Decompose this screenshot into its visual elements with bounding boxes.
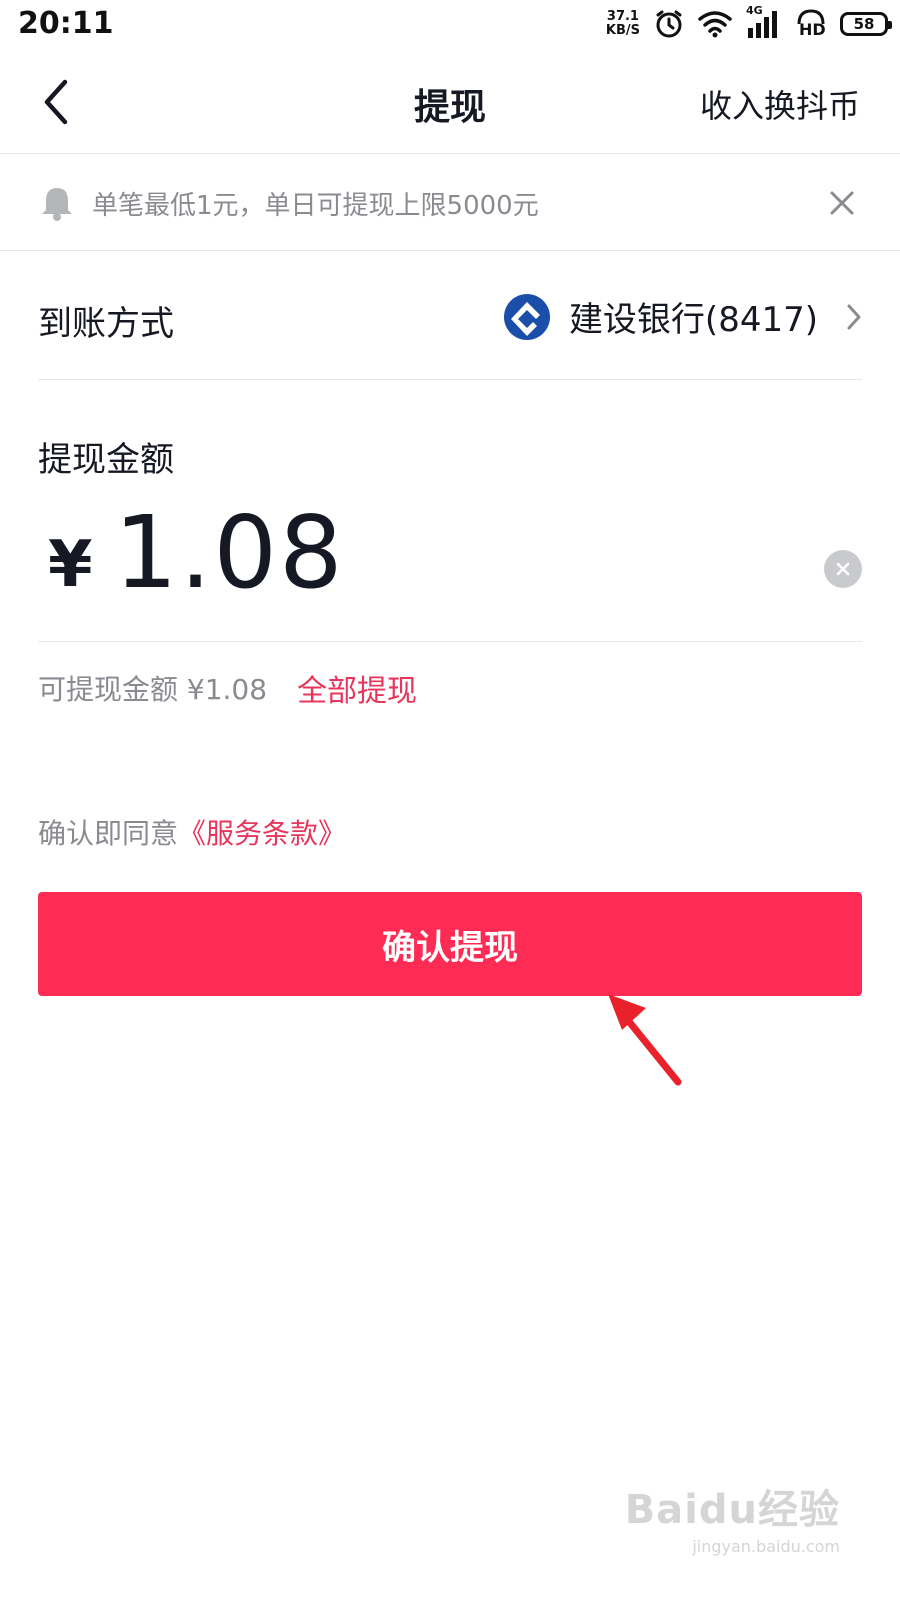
clear-amount-button[interactable] (824, 550, 862, 588)
available-balance-text: 可提现金额 ¥1.08 (38, 673, 268, 706)
notice-text: 单笔最低1元，单日可提现上限5000元 (92, 191, 539, 221)
amount-input[interactable]: 1.08 (114, 494, 345, 611)
exchange-coins-link[interactable]: 收入换抖币 (700, 81, 860, 127)
bank-name: 建设银行(8417) (568, 300, 818, 340)
battery-level: 58 (853, 15, 875, 33)
chevron-right-icon (847, 304, 861, 329)
payout-method-row[interactable]: 到账方式 建设银行(8417) (38, 252, 862, 380)
wifi-icon (698, 11, 732, 38)
bell-icon (42, 188, 72, 221)
withdraw-all-link[interactable]: 全部提现 (297, 666, 417, 710)
close-notice-button[interactable] (822, 183, 862, 223)
available-balance: 可提现金额 ¥1.08 全部提现 (38, 666, 417, 710)
hd-voice: HD (796, 9, 826, 39)
cellular-signal: 4G (746, 4, 782, 38)
network-speed-value: 37.1 (606, 9, 639, 24)
bank-selector: 建设银行(8417) (503, 292, 862, 341)
status-time: 20:11 (18, 6, 114, 41)
amount-input-row[interactable]: ¥ 1.08 (38, 494, 862, 642)
status-icons: 37.1 KB/S 4G HD 58 (606, 4, 892, 42)
alarm-icon (656, 10, 682, 38)
battery-indicator: 58 (840, 12, 892, 36)
amount-label: 提现金额 (38, 440, 174, 480)
baidu-watermark: Baidu经验 jingyan.baidu.com (625, 1477, 840, 1556)
notice-bar: 单笔最低1元，单日可提现上限5000元 (0, 155, 900, 251)
network-speed: 37.1 KB/S (606, 10, 640, 38)
agreement-text: 确认即同意《服务条款》 (38, 812, 346, 852)
network-type: 4G (746, 4, 763, 17)
ccb-bank-logo-icon (503, 293, 550, 340)
nav-bar: 提现 收入换抖币 (0, 50, 900, 154)
agreement-prefix: 确认即同意 (38, 817, 179, 850)
close-icon (830, 191, 854, 215)
confirm-withdraw-button[interactable]: 确认提现 (38, 892, 862, 996)
terms-of-service-link[interactable]: 《服务条款》 (178, 817, 346, 850)
network-speed-unit: KB/S (605, 23, 640, 38)
payout-method-label: 到账方式 (38, 304, 174, 344)
clear-icon (836, 562, 850, 576)
status-bar: 20:11 37.1 KB/S 4G HD 58 (0, 0, 900, 50)
annotation-arrow-icon (608, 994, 682, 1086)
back-arrow-icon (44, 79, 68, 125)
watermark-url: jingyan.baidu.com (692, 1537, 840, 1556)
currency-symbol: ¥ (48, 528, 93, 602)
back-button[interactable] (28, 74, 84, 130)
watermark-logo: Baidu经验 (624, 1487, 840, 1533)
hd-label: HD (799, 20, 826, 39)
